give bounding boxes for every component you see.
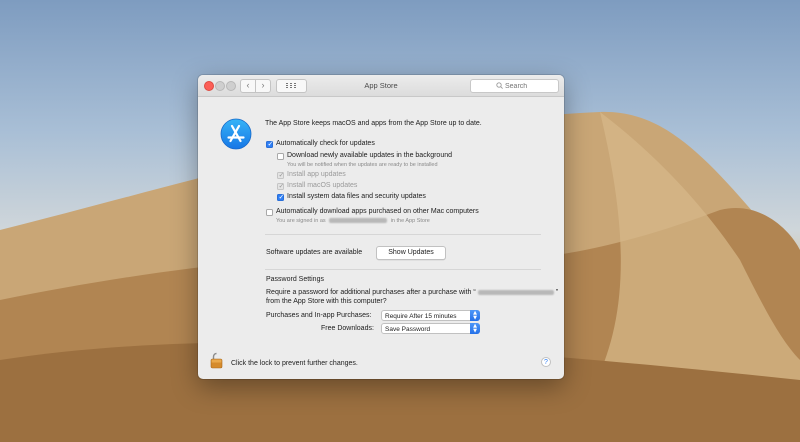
intro-text: The App Store keeps macOS and apps from … (265, 120, 482, 127)
auto-check-checkbox[interactable] (266, 140, 273, 148)
show-updates-button[interactable]: Show Updates (376, 246, 446, 260)
popup-arrows-icon: ▲ ▼ (470, 323, 480, 334)
preferences-window: ‹ › App Store The App Store kee (198, 75, 564, 379)
free-downloads-label: Free Downloads: (321, 325, 374, 332)
redacted-account (329, 218, 388, 224)
purchases-popup[interactable]: Require After 15 minutes ▲ ▼ (381, 310, 480, 321)
auto-download-apps-checkbox[interactable] (266, 209, 273, 216)
free-downloads-value: Save Password (385, 326, 431, 333)
search-input[interactable] (505, 80, 555, 92)
install-system-files-label: Install system data files and security u… (287, 193, 426, 200)
install-app-updates-label: Install app updates (287, 171, 346, 178)
search-icon (496, 82, 503, 89)
software-updates-text: Software updates are available (266, 249, 363, 256)
lock-text: Click the lock to prevent further change… (231, 360, 358, 367)
download-background-checkbox[interactable] (277, 153, 284, 160)
free-downloads-popup[interactable]: Save Password ▲ ▼ (381, 323, 480, 334)
redacted-account (477, 289, 554, 295)
app-store-icon (220, 118, 252, 150)
purchases-value: Require After 15 minutes (385, 313, 457, 320)
install-system-files-checkbox[interactable] (277, 193, 284, 201)
auto-download-apps-label: Automatically download apps purchased on… (276, 208, 479, 215)
divider (265, 234, 541, 235)
auto-check-label: Automatically check for updates (276, 140, 375, 147)
password-desc-text: Require a password for additional purcha… (266, 289, 476, 296)
popup-arrows-icon: ▲ ▼ (470, 310, 480, 321)
password-description-line1: Require a password for additional purcha… (266, 289, 558, 296)
lock-icon[interactable] (210, 352, 223, 369)
install-app-updates-checkbox[interactable] (277, 171, 284, 179)
signed-in-prefix: You are signed in as (276, 218, 326, 224)
purchases-label: Purchases and In-app Purchases: (266, 312, 372, 319)
signed-in-suffix: in the App Store (390, 218, 430, 224)
download-background-label: Download newly available updates in the … (287, 152, 452, 159)
download-background-note: You will be notified when the updates ar… (287, 162, 438, 168)
password-desc-end: ” (555, 289, 559, 296)
help-button[interactable]: ? (541, 357, 551, 367)
install-macos-updates-label: Install macOS updates (287, 182, 358, 189)
search-field[interactable] (470, 79, 559, 93)
signed-in-note: You are signed in as in the App Store (276, 218, 430, 224)
title-bar: ‹ › App Store (198, 75, 564, 97)
divider (265, 269, 541, 270)
install-macos-updates-checkbox[interactable] (277, 182, 284, 190)
password-description-line2: from the App Store with this computer? (266, 298, 387, 305)
password-settings-heading: Password Settings (266, 276, 324, 283)
